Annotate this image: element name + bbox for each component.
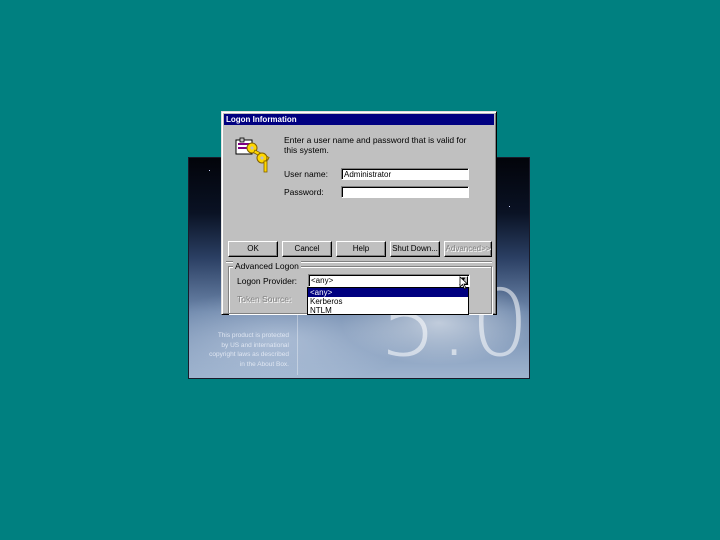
username-label: User name: [284,169,328,179]
star [509,206,510,207]
password-label: Password: [284,187,324,197]
star [209,170,210,171]
logon-provider-value: <any> [311,276,334,285]
logon-dialog: Logon Information Enter a user name and … [221,111,497,315]
logon-provider-combo[interactable]: <any> ▼ [308,274,470,287]
dropdown-option-kerberos[interactable]: Kerberos [308,297,468,306]
copyright-line: by US and international [221,341,289,349]
advanced-button[interactable]: Advanced>> [444,241,492,257]
copyright-notice: This product is protected by US and inte… [189,331,289,369]
username-field[interactable]: Administrator [341,168,469,180]
dialog-titlebar[interactable]: Logon Information [224,114,494,125]
cancel-button[interactable]: Cancel [282,241,332,257]
help-button[interactable]: Help [336,241,386,257]
token-source-label: Token Source: [237,294,292,304]
key-icon [234,136,276,174]
dropdown-option-any[interactable]: <any> [308,288,468,297]
shutdown-button[interactable]: Shut Down... [390,241,440,257]
logon-prompt: Enter a user name and password that is v… [284,135,467,155]
logon-provider-label: Logon Provider: [237,276,298,286]
ok-button[interactable]: OK [228,241,278,257]
logon-provider-dropdown[interactable]: <any> Kerberos NTLM [307,287,469,315]
copyright-line: copyright laws as described [209,351,289,358]
password-field[interactable] [341,186,469,198]
copyright-line: This product is protected [217,332,289,339]
mouse-pointer-icon [459,276,469,292]
advanced-logon-label: Advanced Logon [233,261,301,271]
dropdown-option-ntlm[interactable]: NTLM [308,306,468,315]
copyright-line: in the About Box. [239,360,289,368]
